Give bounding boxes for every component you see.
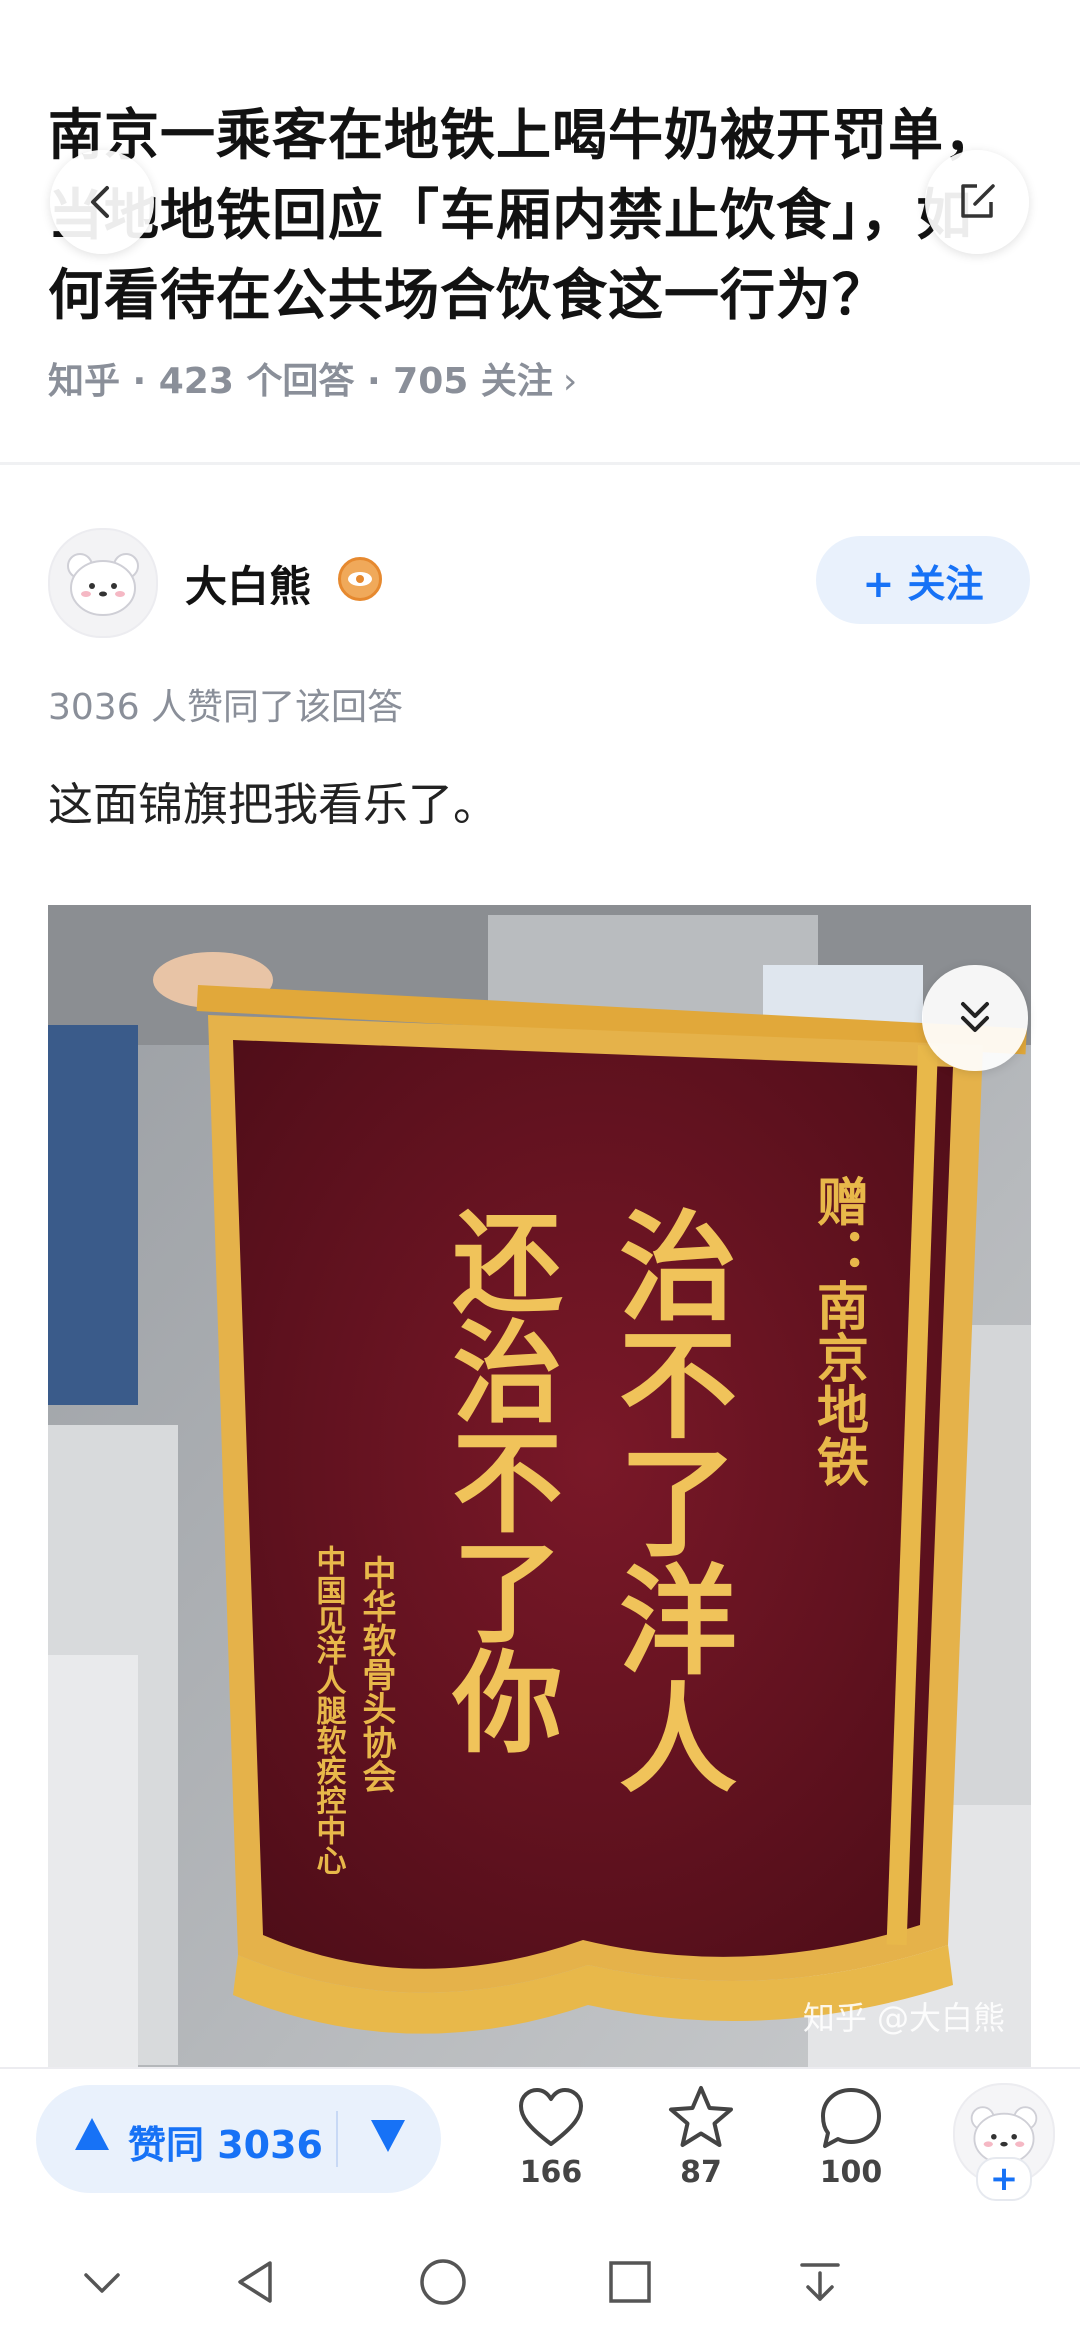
star-count: 87 [680, 2155, 722, 2190]
image-watermark: 知乎 @大白熊 [802, 1999, 1005, 2037]
bear-avatar-icon [67, 553, 139, 616]
heart-icon [519, 2088, 583, 2146]
share-button[interactable] [925, 150, 1029, 254]
banner-slogan-line2: 还治不了你 [434, 1205, 564, 1755]
back-button[interactable] [50, 150, 154, 254]
back-chevron-icon [91, 186, 109, 218]
follow-button[interactable]: + 关注 [816, 536, 1030, 624]
downvote-button[interactable] [368, 2118, 408, 2158]
header-divider [0, 462, 1080, 465]
banner-gift-line: 赠：南京地铁 [808, 1175, 869, 1487]
answer-text: 这面锦旗把我看乐了。 [48, 778, 499, 831]
comment-button[interactable] [815, 2082, 887, 2158]
share-edit-icon [961, 184, 995, 218]
author-avatar[interactable] [48, 528, 158, 638]
question-meta-text: 知乎 · 423 个回答 · 705 关注 [48, 361, 553, 402]
chevron-down-icon[interactable] [80, 2263, 124, 2303]
upvote-label[interactable]: 赞同 3036 [128, 2114, 323, 2169]
banner-photo-illustration: 赠：南京地铁 治不了洋人 还治不了你 中华软骨头协会 中国见洋人腿软疾控中心 [48, 905, 1031, 2067]
like-count: 166 [519, 2155, 583, 2190]
answer-image[interactable]: 赠：南京地铁 治不了洋人 还治不了你 中华软骨头协会 中国见洋人腿软疾控中心 知… [48, 905, 1031, 2067]
nav-home-icon[interactable] [418, 2257, 468, 2307]
triangle-down-icon [371, 2120, 405, 2152]
nav-recents-icon[interactable] [607, 2259, 653, 2305]
banner-org-line2: 中国见洋人腿软疾控中心 [311, 1545, 347, 1875]
triangle-up-icon [75, 2118, 109, 2150]
star-button[interactable] [665, 2082, 737, 2158]
nav-notification-pull-icon[interactable] [796, 2257, 844, 2307]
upvote-button[interactable] [72, 2114, 112, 2158]
follow-plus-button[interactable]: + [976, 2157, 1032, 2201]
vote-separator [336, 2111, 338, 2167]
author-name[interactable]: 大白熊 [185, 553, 311, 614]
question-title[interactable]: 南京一乘客在地铁上喝牛奶被开罚单，当地地铁回应「车厢内禁止饮食」，如何看待在公共… [48, 95, 1028, 335]
banner-org-line1: 中华软骨头协会 [356, 1555, 396, 1793]
nav-back-icon[interactable] [232, 2257, 280, 2307]
chevron-right-icon: › [562, 361, 578, 402]
comment-bubble-icon [821, 2088, 881, 2148]
star-icon [669, 2086, 733, 2147]
comment-count: 100 [819, 2155, 883, 2190]
double-chevron-down-icon [961, 1002, 989, 1032]
banner-slogan-line1: 治不了洋人 [599, 1205, 738, 1795]
eye-badge-icon [338, 557, 382, 601]
like-button[interactable] [515, 2082, 587, 2158]
votes-summary: 3036 人赞同了该回答 [48, 687, 404, 728]
question-meta[interactable]: 知乎 · 423 个回答 · 705 关注 › [48, 352, 577, 404]
collapse-button[interactable] [922, 965, 1028, 1071]
system-nav-bar [0, 2225, 1080, 2340]
